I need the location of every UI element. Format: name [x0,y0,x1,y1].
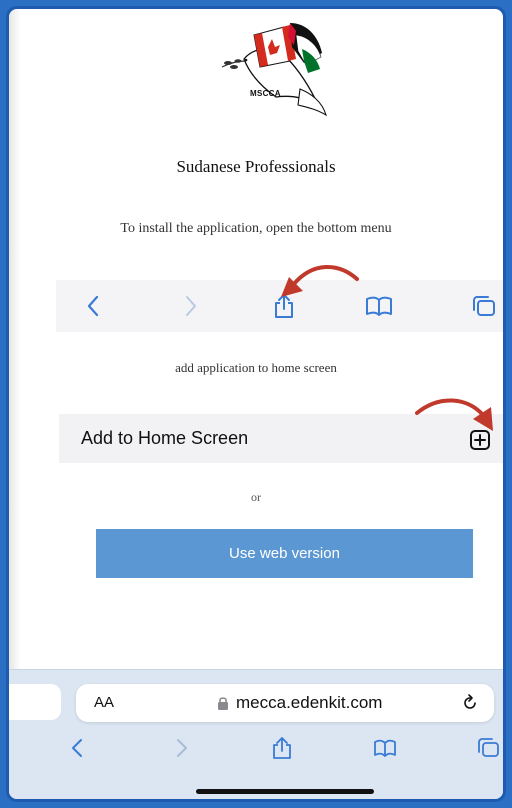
browser-nav-row [9,728,503,768]
or-separator: or [251,490,261,504]
add-to-home-label: Add to Home Screen [81,428,249,448]
bookmarks-icon [361,280,397,332]
back-icon[interactable] [64,728,90,768]
reload-icon[interactable] [460,693,480,713]
phone-screen: MSCCA Sudanese Professionals To install … [9,9,503,799]
bookmarks-icon[interactable] [369,728,401,768]
tabs-icon [466,280,502,332]
url-text: mecca.edenkit.com [236,693,383,712]
curved-arrow-icon [415,398,493,431]
tabs-icon[interactable] [473,728,503,768]
curved-arrow-icon [281,265,359,297]
install-instruction: To install the application, open the bot… [120,221,392,236]
dove-logo-icon [221,23,327,117]
back-icon [78,280,108,332]
page-title: Sudanese Professionals [176,157,336,176]
forward-icon [176,280,206,332]
text-size-button[interactable]: AA [94,694,114,711]
step2-instruction: add application to home screen [175,360,337,375]
share-icon[interactable] [267,728,297,768]
home-indicator[interactable] [196,789,374,794]
previous-tab-url-pill[interactable] [9,684,61,720]
lock-icon [218,697,228,710]
forward-icon[interactable] [169,728,195,768]
address-bar[interactable]: AA mecca.edenkit.com [76,684,494,722]
use-web-version-button[interactable]: Use web version [96,529,473,578]
mscca-logo: MSCCA [214,17,344,125]
browser-bottom-bar: AA mecca.edenkit.com [9,669,503,799]
logo-wordmark: MSCCA [250,89,281,98]
text-size-label: AA [94,694,115,711]
